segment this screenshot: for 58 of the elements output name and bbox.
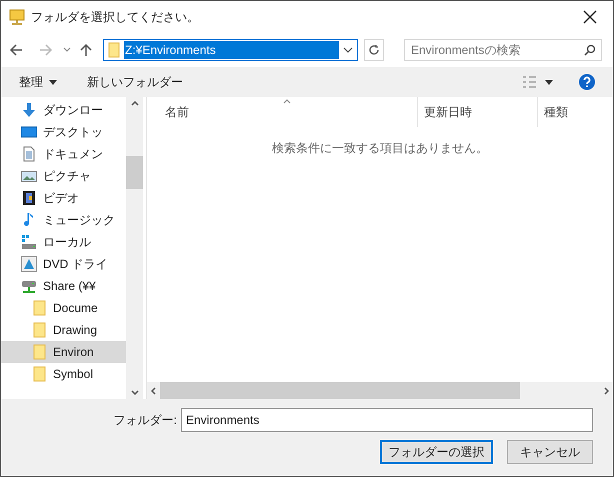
folder-monitor-icon: [9, 9, 25, 25]
nav-item[interactable]: Share (¥¥: [1, 275, 126, 297]
nav-item[interactable]: ドキュメン: [1, 143, 126, 165]
organize-button[interactable]: 整理: [19, 73, 57, 91]
select-folder-button[interactable]: フォルダーの選択: [380, 440, 493, 464]
horizontal-scrollbar[interactable]: [147, 382, 613, 399]
nav-item[interactable]: ローカル: [1, 231, 126, 253]
scroll-left-icon[interactable]: [151, 386, 156, 394]
folder-label: フォルダー:: [114, 412, 177, 429]
monitor-icon: [21, 124, 37, 140]
refresh-icon: [368, 44, 380, 56]
folder-icon: [108, 42, 120, 58]
nav-item[interactable]: ピクチャ: [1, 165, 126, 187]
scroll-up-icon[interactable]: [130, 101, 138, 106]
folder-name-field[interactable]: Environments: [181, 408, 593, 432]
down-arrow-icon: [21, 102, 37, 118]
folder-icon: [33, 366, 47, 382]
nav-item[interactable]: Symbol: [1, 363, 126, 385]
caret-icon: [49, 80, 57, 84]
picture-icon: [21, 168, 37, 184]
address-field[interactable]: Z:¥Environments: [103, 39, 358, 61]
nav-item[interactable]: ビデオ: [1, 187, 126, 209]
view-options-icon[interactable]: [523, 76, 553, 88]
scroll-down-icon[interactable]: [130, 390, 138, 395]
nav-item[interactable]: Environ: [1, 341, 126, 363]
cancel-button[interactable]: キャンセル: [507, 440, 593, 464]
document-icon: [21, 146, 37, 162]
empty-message: 検索条件に一致する項目はありません。: [272, 140, 488, 157]
nav-item[interactable]: Drawing: [1, 319, 126, 341]
film-icon: [21, 190, 37, 206]
scroll-thumb[interactable]: [160, 382, 520, 399]
nav-item[interactable]: DVD ドライ: [1, 253, 126, 275]
folder-icon: [33, 300, 47, 316]
column-header[interactable]: 名前: [147, 97, 417, 127]
dropdown-caret-icon[interactable]: [343, 47, 353, 53]
nav-item[interactable]: Docume: [1, 297, 126, 319]
drive-icon: [21, 234, 37, 250]
scroll-thumb[interactable]: [126, 156, 143, 189]
back-arrow-icon[interactable]: [9, 43, 23, 57]
column-header[interactable]: 更新日時: [417, 97, 537, 127]
scroll-right-icon[interactable]: [604, 386, 609, 394]
search-icon: [584, 44, 596, 56]
sort-caret-icon: [283, 99, 291, 104]
disc-drive-icon: [21, 256, 37, 272]
refresh-button[interactable]: [364, 39, 384, 61]
search-field[interactable]: Environmentsの検索: [404, 39, 602, 61]
close-icon: [583, 10, 597, 24]
column-header[interactable]: 種類: [537, 97, 613, 127]
nav-item[interactable]: ダウンロー: [1, 99, 126, 121]
window-title: フォルダを選択してください。: [31, 9, 200, 26]
folder-icon: [33, 344, 47, 360]
help-icon[interactable]: [579, 74, 595, 90]
nav-item[interactable]: ミュージック: [1, 209, 126, 231]
folder-icon: [33, 322, 47, 338]
new-folder-button[interactable]: 新しいフォルダー: [87, 73, 183, 91]
network-drive-icon: [21, 278, 37, 294]
nav-item[interactable]: デスクトッ: [1, 121, 126, 143]
up-arrow-icon[interactable]: [79, 43, 93, 57]
